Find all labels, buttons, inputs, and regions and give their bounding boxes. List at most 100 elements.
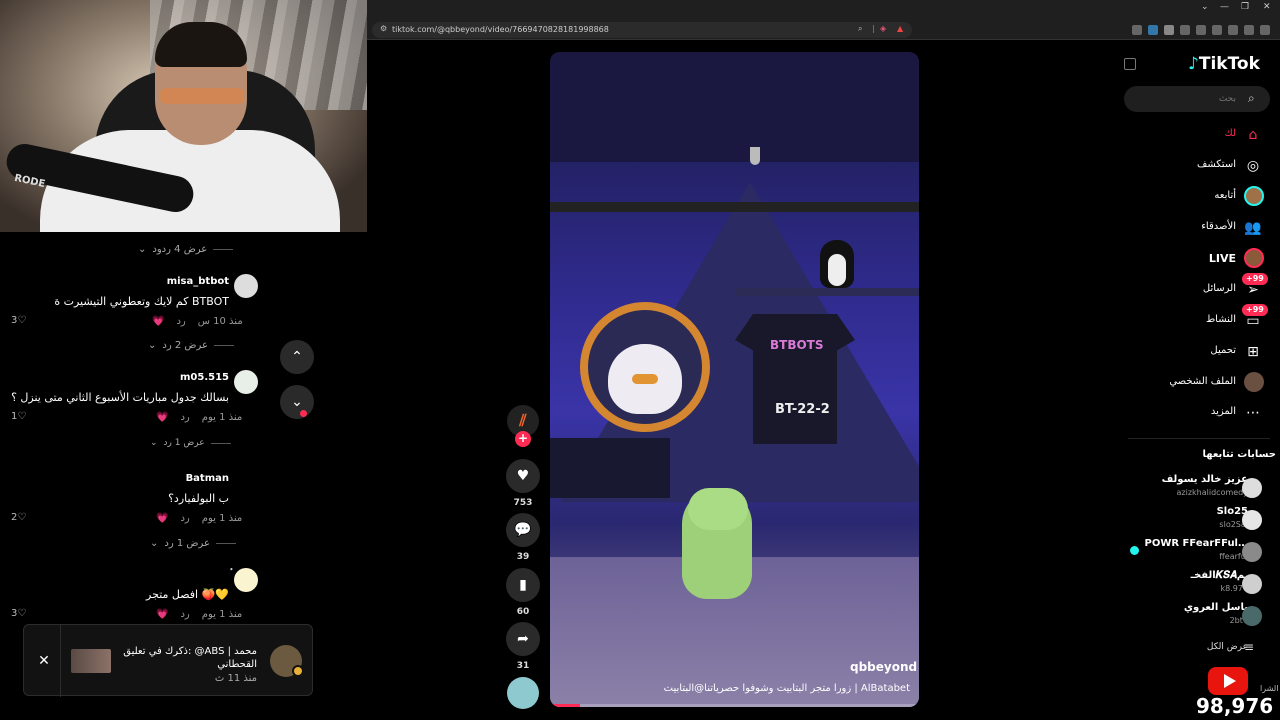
comment-meta: 💗 رد منذ 1 يوم [156, 609, 242, 620]
video-player[interactable]: BTBOTS BT-22-2 qbbeyond زورا متجر البتاب… [550, 52, 919, 707]
comment-avatar[interactable] [234, 274, 258, 298]
followed-account[interactable]: POWR FFearFFul… ffearful [1120, 538, 1280, 568]
extension-icon[interactable] [1244, 25, 1254, 35]
view-replies-button[interactable]: ⌄ عرض 2 رد [148, 340, 234, 351]
site-info-icon[interactable]: ⚙ [380, 24, 387, 33]
video-username[interactable]: qbbeyond [850, 660, 917, 674]
restore-icon[interactable]: ❐ [1241, 2, 1249, 12]
nav-friends[interactable]: الأصدقاء 👥 [1120, 215, 1280, 241]
unread-badge: +99 [1242, 273, 1268, 285]
nav-live[interactable]: LIVE [1120, 246, 1280, 272]
nav-activity[interactable]: النشاط ▭ +99 [1120, 304, 1280, 334]
bookmark-icon[interactable]: ▮ [506, 568, 540, 602]
music-disc-icon[interactable] [507, 677, 539, 709]
reply-button[interactable]: رد [176, 316, 185, 327]
comment-avatar[interactable] [234, 568, 258, 592]
view-replies-button[interactable]: ⌄ عرض 4 ردود [138, 244, 234, 255]
comment-text: ب البولفيارد؟ [168, 492, 229, 505]
comment-time: منذ 1 يوم [201, 609, 243, 620]
search-input[interactable] [1134, 90, 1236, 108]
extension-icon[interactable] [1196, 25, 1206, 35]
nav-following[interactable]: أتابعه [1120, 184, 1280, 210]
chevron-down-icon[interactable]: ⌄ [1201, 2, 1209, 12]
comment-meta: 💗 رد منذ 1 يوم [156, 412, 242, 423]
followed-account[interactable]: باسل العروي 2bt7 [1120, 602, 1280, 632]
mention-notification[interactable]: ✕ ذكرك في تعليق: @ABS | محمد القحطاني من… [23, 624, 313, 697]
zoom-icon[interactable]: ⌕ [858, 24, 862, 34]
video-penguin-beak [632, 374, 658, 384]
browser-tab-bar: ⌄ — ❐ ✕ [367, 0, 1280, 20]
divider-line [1128, 438, 1270, 439]
avatar [1242, 542, 1262, 562]
video-progress-bar[interactable] [550, 704, 919, 707]
share-action[interactable]: ➦ 31 [505, 622, 541, 671]
share-icon[interactable]: ➦ [506, 622, 540, 656]
next-video-button[interactable]: ⌄ [280, 385, 314, 419]
previous-video-button[interactable]: ⌃ [280, 340, 314, 374]
comment-username[interactable]: m05.515 [180, 372, 229, 383]
extension-icon[interactable] [1132, 25, 1142, 35]
webcam-overlay: RODE [0, 0, 367, 232]
nav-upload[interactable]: تحميل ⊞ [1120, 339, 1280, 365]
minimize-icon[interactable]: — [1220, 2, 1229, 12]
reply-button[interactable]: رد [180, 412, 189, 423]
video-thumbnail[interactable] [71, 649, 111, 673]
shield-icon[interactable]: ◈ [880, 24, 886, 33]
nav-explore[interactable]: استكشف ◎ [1120, 153, 1280, 179]
comment-avatar[interactable] [234, 370, 258, 394]
view-replies-button[interactable]: ⌄ عرض 1 رد [150, 538, 236, 549]
comment-like-button[interactable]: 1♡ [11, 411, 26, 422]
comment-username[interactable]: misa_btbot [167, 276, 229, 287]
search-bar[interactable]: ⌕ [1124, 86, 1270, 112]
live-avatar [1244, 248, 1264, 268]
extension-icon[interactable] [1164, 25, 1174, 35]
extension-icon[interactable] [1148, 25, 1158, 35]
search-icon[interactable]: ⌕ [1248, 91, 1255, 106]
followed-account[interactable]: عزيز خالد يسولف azizkhalidcomedy [1120, 474, 1280, 504]
see-all-button[interactable]: عرض الكل ≡ [1120, 640, 1280, 660]
alert-icon[interactable]: ▲ [897, 24, 903, 33]
creator-liked-icon: 💗 [156, 609, 169, 620]
extension-icon[interactable] [1260, 25, 1270, 35]
like-action[interactable]: ♥ 753 [505, 459, 541, 508]
comment-icon[interactable]: 💬 [506, 513, 540, 547]
close-icon[interactable]: ✕ [1263, 2, 1271, 12]
video-lamp [750, 147, 760, 165]
friends-icon: 👥 [1244, 220, 1262, 236]
nav-profile[interactable]: الملف الشخصي [1120, 370, 1280, 396]
extension-icon[interactable] [1212, 25, 1222, 35]
streamer-glasses [160, 88, 244, 104]
comment-text: افصل متجر 🍑💛 [146, 588, 229, 601]
follow-plus-button[interactable]: + [515, 431, 531, 447]
comment-action[interactable]: 💬 39 [505, 513, 541, 562]
save-action[interactable]: ▮ 60 [505, 568, 541, 617]
comment-text: كم لايك وتعطوني التيشيرت ة BTBOT [54, 295, 229, 308]
close-icon[interactable]: ✕ [34, 651, 54, 671]
view-replies-button[interactable]: ⌄ عرض 1 رد [150, 438, 231, 448]
creator-liked-icon: 💗 [152, 316, 165, 327]
chevron-down-icon: ⌄ [148, 340, 157, 351]
nav-more[interactable]: المزيد ⋯ [1120, 400, 1280, 426]
comment-like-button[interactable]: 3♡ [11, 608, 26, 619]
comment-like-button[interactable]: 2♡ [11, 512, 26, 523]
followed-account[interactable]: الفخـ𝑲𝑺𝑨ـم k8.977 [1120, 570, 1280, 600]
extension-icon[interactable] [1228, 25, 1238, 35]
heart-icon[interactable]: ♥ [506, 459, 540, 493]
url-container: ⚙ tiktok.com/@qbbeyond/video/76694708281… [372, 22, 1277, 38]
video-tshirt-text: BT-22-2 [775, 402, 830, 417]
avatar [1242, 510, 1262, 530]
collapse-sidebar-icon[interactable] [1124, 58, 1136, 70]
chevron-up-icon: ⌃ [291, 349, 303, 365]
comment-like-button[interactable]: 3♡ [11, 315, 26, 326]
url-field[interactable]: ⚙ tiktok.com/@qbbeyond/video/76694708281… [372, 22, 912, 38]
tiktok-logo[interactable]: ♪TikTok [1188, 54, 1260, 74]
creator-liked-icon: 💗 [156, 513, 169, 524]
reply-button[interactable]: رد [180, 609, 189, 620]
chevron-down-icon: ⌄ [138, 244, 147, 255]
nav-messages[interactable]: الرسائل ➢ +99 [1120, 273, 1280, 303]
followed-account[interactable]: Slo25 slo2Sal [1120, 506, 1280, 536]
comment-username[interactable]: Batman [186, 473, 229, 484]
extension-icon[interactable] [1180, 25, 1190, 35]
reply-button[interactable]: رد [180, 513, 189, 524]
nav-for-you[interactable]: لك ⌂ [1120, 122, 1280, 148]
